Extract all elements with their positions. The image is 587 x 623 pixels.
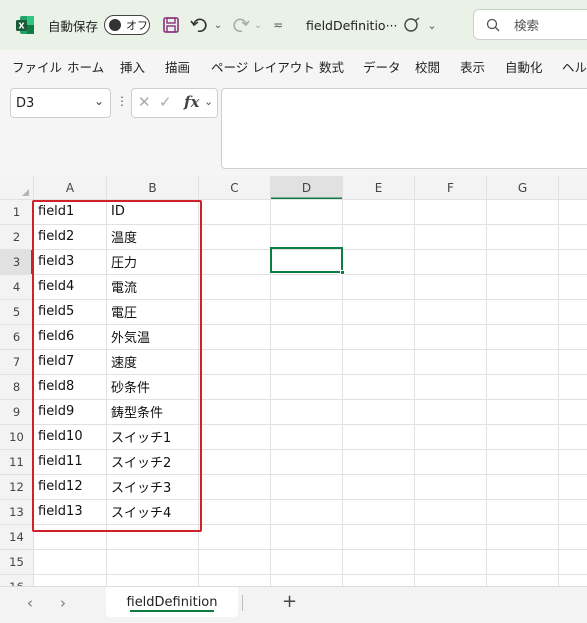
chevron-down-icon[interactable]: ⌄ (94, 94, 104, 108)
row-header[interactable]: 10 (0, 424, 33, 449)
undo-dropdown-icon[interactable]: ⌄ (207, 14, 229, 36)
toggle-knob (109, 19, 121, 31)
row-header[interactable]: 11 (0, 449, 33, 474)
active-tab-indicator (130, 610, 214, 612)
row-header[interactable]: 14 (0, 524, 33, 549)
sheet-tab-fielddefinition[interactable]: fieldDefinition (106, 587, 238, 617)
row-header[interactable]: 7 (0, 349, 33, 374)
row-header[interactable]: 16 (0, 574, 33, 587)
menu-automate[interactable]: 自動化 (505, 50, 543, 82)
menu-data[interactable]: データ (363, 50, 401, 82)
highlight-box (32, 200, 202, 532)
cancel-icon[interactable]: ✕ (138, 93, 151, 111)
sensitivity-icon[interactable] (401, 14, 423, 36)
formula-buttons: ✕ ✓ fx ⌄ (131, 88, 218, 118)
row-header[interactable]: 15 (0, 549, 33, 574)
next-sheet-icon[interactable]: › (60, 594, 66, 612)
title-bar: 自動保存 オフ ⌄ ⌄ ≂ fieldDefinitio··· ⌄ 検索 (0, 0, 587, 50)
autosave-toggle[interactable]: オフ (104, 15, 150, 35)
prev-sheet-icon[interactable]: ‹ (27, 594, 33, 612)
row-header[interactable]: 8 (0, 374, 33, 399)
more-icon[interactable]: ⋮ (116, 94, 128, 108)
formula-input[interactable] (221, 88, 587, 169)
column-header-e[interactable]: E (343, 176, 414, 199)
menu-help[interactable]: ヘルプ (562, 50, 587, 82)
search-box[interactable]: 検索 (473, 9, 587, 40)
sheet-tab-bar: ‹ › fieldDefinition + (0, 586, 587, 623)
column-header-b[interactable]: B (107, 176, 198, 199)
autosave-label: 自動保存 (48, 18, 99, 34)
save-icon[interactable] (160, 14, 182, 36)
formula-bar: D3 ⌄ ⋮ ✕ ✓ fx ⌄ (0, 82, 587, 176)
add-sheet-icon[interactable]: + (282, 591, 297, 612)
row-header[interactable]: 12 (0, 474, 33, 499)
search-icon (486, 18, 500, 31)
menu-page-layout[interactable]: ページ レイアウト (211, 50, 315, 82)
column-header-f[interactable]: F (415, 176, 486, 199)
row-header[interactable]: 9 (0, 399, 33, 424)
excel-icon[interactable] (15, 15, 35, 35)
confirm-icon[interactable]: ✓ (159, 93, 172, 111)
search-placeholder: 検索 (514, 18, 540, 33)
sheet-tab-label: fieldDefinition (126, 594, 218, 610)
insert-function-icon[interactable]: fx (184, 93, 199, 111)
customize-toolbar-icon[interactable]: ≂ (267, 14, 289, 36)
chevron-down-icon[interactable]: ⌄ (204, 95, 213, 108)
row-header[interactable]: 4 (0, 274, 33, 299)
document-title[interactable]: fieldDefinitio··· (306, 0, 398, 50)
column-header-c[interactable]: C (199, 176, 270, 199)
column-header-d[interactable]: D (271, 176, 342, 199)
name-box-value: D3 (16, 95, 35, 111)
column-header-g[interactable]: G (487, 176, 558, 199)
row-header[interactable]: 1 (0, 199, 33, 224)
ribbon-tabs: ファイル ホーム 挿入 描画 ページ レイアウト 数式 データ 校閲 表示 自動… (0, 50, 587, 82)
name-box[interactable]: D3 ⌄ (10, 88, 111, 118)
autosave-state: オフ (126, 19, 148, 32)
menu-insert[interactable]: 挿入 (120, 50, 145, 82)
column-header-a[interactable]: A (34, 176, 106, 199)
fill-handle[interactable] (340, 270, 345, 275)
row-header[interactable]: 13 (0, 499, 33, 524)
chevron-down-icon[interactable]: ⌄ (421, 14, 443, 36)
row-header[interactable]: 6 (0, 324, 33, 349)
row-header[interactable]: 5 (0, 299, 33, 324)
menu-home[interactable]: ホーム (67, 50, 104, 82)
menu-formulas[interactable]: 数式 (319, 50, 344, 82)
active-cell-d3[interactable] (270, 247, 343, 273)
row-header[interactable]: 2 (0, 224, 33, 249)
row-header[interactable]: 3 (0, 249, 33, 274)
menu-draw[interactable]: 描画 (165, 50, 190, 82)
menu-file[interactable]: ファイル (12, 50, 62, 82)
menu-view[interactable]: 表示 (460, 50, 485, 82)
tab-separator (242, 595, 243, 611)
redo-dropdown-icon[interactable]: ⌄ (247, 14, 269, 36)
menu-review[interactable]: 校閲 (415, 50, 440, 82)
